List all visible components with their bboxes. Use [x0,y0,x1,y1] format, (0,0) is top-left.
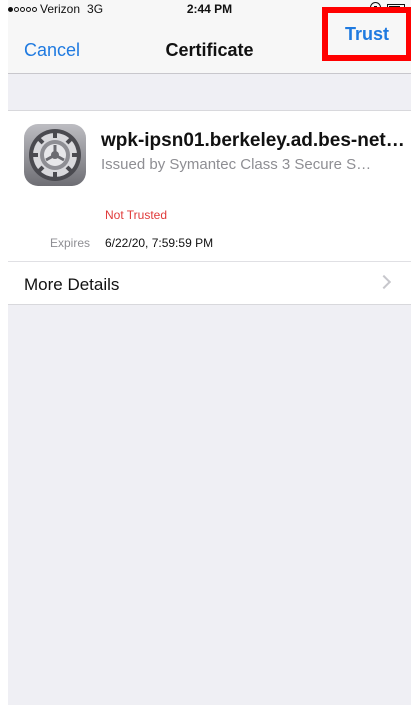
screen: Verizon 3G 2:44 PM Cancel Certificate Tr… [8,0,411,705]
chevron-right-icon [376,274,392,290]
certificate-name: wpk-ipsn01.berkeley.ad.bes-net… [101,130,405,151]
trust-button-label: Trust [344,23,389,44]
expires-value: 6/22/20, 7:59:59 PM [105,236,214,250]
certificate-issuer: Issued by Symantec Class 3 Secure S… [101,156,372,173]
more-details-row[interactable]: More Details [8,262,411,305]
trust-button[interactable]: Trust [322,7,411,61]
trust-status-label: Not Trusted [105,208,168,222]
expires-label: Expires [50,236,91,250]
certificate-header: wpk-ipsn01.berkeley.ad.bes-net… Issued b… [8,123,411,187]
settings-gear-icon [23,123,87,187]
certificate-card: wpk-ipsn01.berkeley.ad.bes-net… Issued b… [8,110,411,305]
more-details-label: More Details [24,275,120,294]
